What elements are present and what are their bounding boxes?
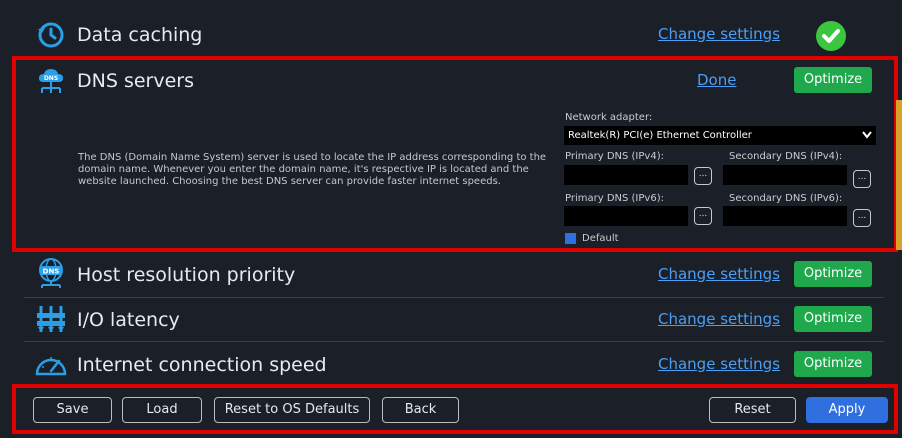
host-resolution-optimize-button[interactable]: Optimize: [794, 261, 872, 287]
history-clock-icon: [38, 22, 64, 48]
network-adapter-select[interactable]: Realtek(R) PCI(e) Ethernet Controller: [564, 126, 876, 145]
divider: [24, 341, 884, 342]
secondary-dns-ipv4-browse-button[interactable]: ...: [853, 170, 871, 188]
row-title-io-latency: I/O latency: [77, 309, 180, 331]
data-caching-change-settings-link[interactable]: Change settings: [658, 25, 780, 43]
primary-dns-ipv6-input[interactable]: [564, 206, 688, 226]
dns-optimize-button[interactable]: Optimize: [794, 67, 872, 93]
internet-speed-change-settings-link[interactable]: Change settings: [658, 355, 780, 373]
default-checkbox[interactable]: [565, 233, 576, 244]
io-latency-change-settings-link[interactable]: Change settings: [658, 310, 780, 328]
host-resolution-change-settings-link[interactable]: Change settings: [658, 265, 780, 283]
secondary-dns-ipv6-input[interactable]: [723, 206, 847, 226]
load-button[interactable]: Load: [122, 397, 202, 423]
back-button[interactable]: Back: [382, 397, 459, 423]
secondary-dns-ipv6-label: Secondary DNS (IPv6):: [729, 193, 843, 204]
network-adapter-label: Network adapter:: [565, 112, 653, 123]
secondary-dns-ipv4-label: Secondary DNS (IPv4):: [729, 151, 843, 162]
network-adapter-value: Realtek(R) PCI(e) Ethernet Controller: [568, 130, 752, 141]
svg-text:DNS: DNS: [43, 268, 60, 276]
row-title-host-resolution: Host resolution priority: [77, 264, 296, 286]
checkmark-icon: [816, 21, 846, 51]
io-latency-optimize-button[interactable]: Optimize: [794, 306, 872, 332]
row-title-data-caching: Data caching: [77, 24, 203, 46]
row-title-internet-speed: Internet connection speed: [77, 354, 327, 376]
chevron-down-icon: [862, 131, 872, 139]
dns-globe-icon: DNS: [39, 258, 63, 288]
apply-button[interactable]: Apply: [806, 397, 888, 423]
primary-dns-ipv4-input[interactable]: [564, 165, 688, 185]
primary-dns-ipv6-browse-button[interactable]: ...: [694, 207, 712, 225]
svg-text:DNS: DNS: [44, 75, 58, 82]
secondary-dns-ipv6-browse-button[interactable]: ...: [853, 209, 871, 227]
primary-dns-ipv6-label: Primary DNS (IPv6):: [565, 193, 664, 204]
reset-os-defaults-button[interactable]: Reset to OS Defaults: [214, 397, 370, 423]
internet-speed-optimize-button[interactable]: Optimize: [794, 351, 872, 377]
secondary-dns-ipv4-input[interactable]: [723, 165, 847, 185]
row-title-dns-servers: DNS servers: [77, 70, 194, 92]
reset-button[interactable]: Reset: [709, 397, 796, 423]
speedometer-icon: [35, 357, 67, 376]
dns-description: The DNS (Domain Name System) server is u…: [78, 152, 547, 187]
primary-dns-ipv4-label: Primary DNS (IPv4):: [565, 151, 664, 162]
save-button[interactable]: Save: [33, 397, 112, 423]
dns-done-link[interactable]: Done: [697, 71, 736, 89]
divider: [24, 297, 884, 298]
primary-dns-ipv4-browse-button[interactable]: ...: [694, 167, 712, 185]
dns-cloud-icon: DNS: [39, 69, 63, 93]
scrollbar-thumb[interactable]: [896, 100, 902, 250]
default-label: Default: [582, 233, 619, 244]
io-sliders-icon: [37, 306, 65, 332]
